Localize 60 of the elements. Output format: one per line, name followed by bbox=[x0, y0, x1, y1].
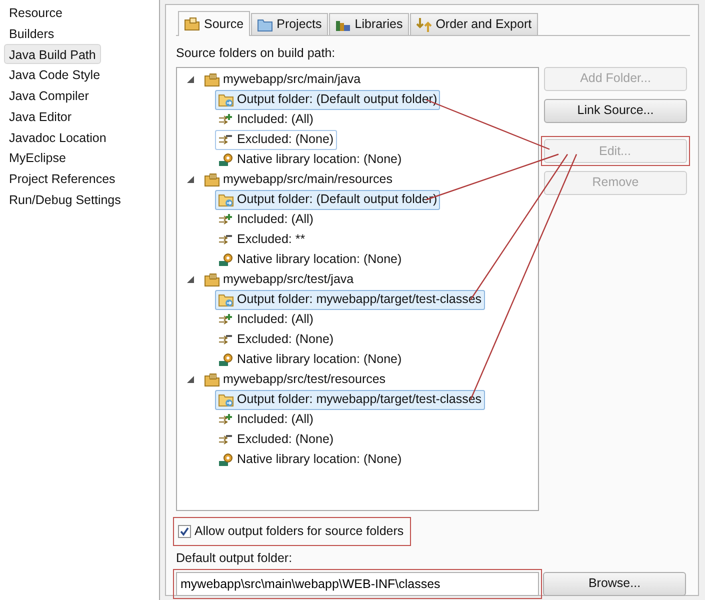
folder-icon bbox=[256, 16, 273, 32]
sidebar-item[interactable]: Java Editor bbox=[4, 106, 77, 126]
sidebar-item[interactable]: Builders bbox=[4, 22, 60, 43]
sidebar-item[interactable]: Run/Debug Settings bbox=[4, 188, 126, 209]
tree-item[interactable]: Native library location: (None) bbox=[215, 450, 405, 470]
source-folder-icon bbox=[204, 72, 220, 88]
tree-item[interactable]: Native library location: (None) bbox=[215, 350, 405, 370]
expand-arrow-icon[interactable] bbox=[187, 76, 194, 84]
tree-item[interactable]: Included: (All) bbox=[215, 110, 316, 130]
sidebar-item[interactable]: Javadoc Location bbox=[4, 126, 112, 146]
browse-button[interactable]: Browse... bbox=[543, 572, 686, 596]
tree-item[interactable]: mywebapp/src/test/resources bbox=[201, 370, 389, 390]
sidebar-item[interactable]: MyEclipse bbox=[4, 147, 71, 168]
tree-item[interactable]: Native library location: (None) bbox=[215, 250, 405, 270]
tree-item[interactable]: mywebapp/src/main/resources bbox=[201, 170, 396, 190]
sidebar-item[interactable]: Resource bbox=[4, 2, 68, 22]
tab[interactable]: Libraries bbox=[328, 13, 409, 35]
gear-icon bbox=[218, 352, 234, 368]
gear-icon bbox=[218, 252, 234, 268]
tree-item[interactable]: Output folder: mywebapp/target/test-classes bbox=[215, 290, 485, 310]
output-folder-icon bbox=[218, 192, 234, 208]
tree-item[interactable]: Output folder: (Default output folder) bbox=[215, 90, 440, 110]
expand-arrow-icon[interactable] bbox=[187, 276, 194, 284]
tab[interactable]: Projects bbox=[250, 13, 328, 35]
tree-item[interactable]: Included: (All) bbox=[215, 410, 316, 430]
tree-item[interactable]: Output folder: (Default output folder) bbox=[215, 190, 440, 210]
checkbox[interactable] bbox=[178, 525, 190, 538]
sidebar-item[interactable]: Java Build Path bbox=[4, 44, 101, 64]
gear-icon bbox=[218, 152, 234, 168]
source-folder-icon bbox=[204, 372, 220, 388]
gear-icon bbox=[218, 452, 234, 468]
field-label: Default output folder: bbox=[176, 550, 294, 567]
expand-arrow-icon[interactable] bbox=[187, 176, 194, 184]
tree-item[interactable]: Included: (All) bbox=[215, 310, 316, 330]
tree-item[interactable]: mywebapp/src/test/java bbox=[201, 270, 357, 290]
tree-item[interactable]: Excluded: (None) bbox=[215, 330, 337, 350]
tab[interactable]: Source bbox=[178, 11, 250, 36]
output-folder-icon bbox=[218, 92, 234, 108]
tab[interactable]: Order and Export bbox=[410, 13, 538, 35]
sidebar-item[interactable]: Java Compiler bbox=[4, 85, 94, 105]
side-button[interactable]: Link Source... bbox=[544, 98, 687, 123]
tree-item[interactable]: Native library location: (None) bbox=[215, 150, 405, 170]
checkbox-label: Allow output folders for source folders bbox=[194, 523, 404, 540]
tree-item[interactable]: Output folder: mywebapp/target/test-classes bbox=[215, 390, 485, 410]
tree-item[interactable]: Excluded: (None) bbox=[215, 430, 337, 450]
tree-item[interactable]: mywebapp/src/main/java bbox=[201, 70, 364, 90]
output-folder-icon bbox=[218, 292, 234, 308]
sidebar-item[interactable]: Project References bbox=[4, 168, 120, 188]
sidebar-item[interactable]: Java Code Style bbox=[4, 64, 106, 84]
source-folder-icon bbox=[204, 172, 220, 188]
output-folder-icon bbox=[218, 392, 234, 408]
source-folder-icon bbox=[184, 16, 200, 32]
source-folder-icon bbox=[204, 272, 220, 288]
expand-arrow-icon[interactable] bbox=[187, 376, 194, 384]
tree-item[interactable]: Included: (All) bbox=[215, 210, 316, 230]
arrows-icon bbox=[416, 16, 432, 32]
output-folder-field[interactable]: mywebapp\src\main\webapp\WEB-INF\classes bbox=[176, 572, 538, 596]
section-label: Source folders on build path: bbox=[176, 45, 336, 62]
tree-item[interactable]: Excluded: (None) bbox=[215, 130, 337, 150]
tree-item[interactable]: Excluded: ** bbox=[215, 230, 308, 250]
